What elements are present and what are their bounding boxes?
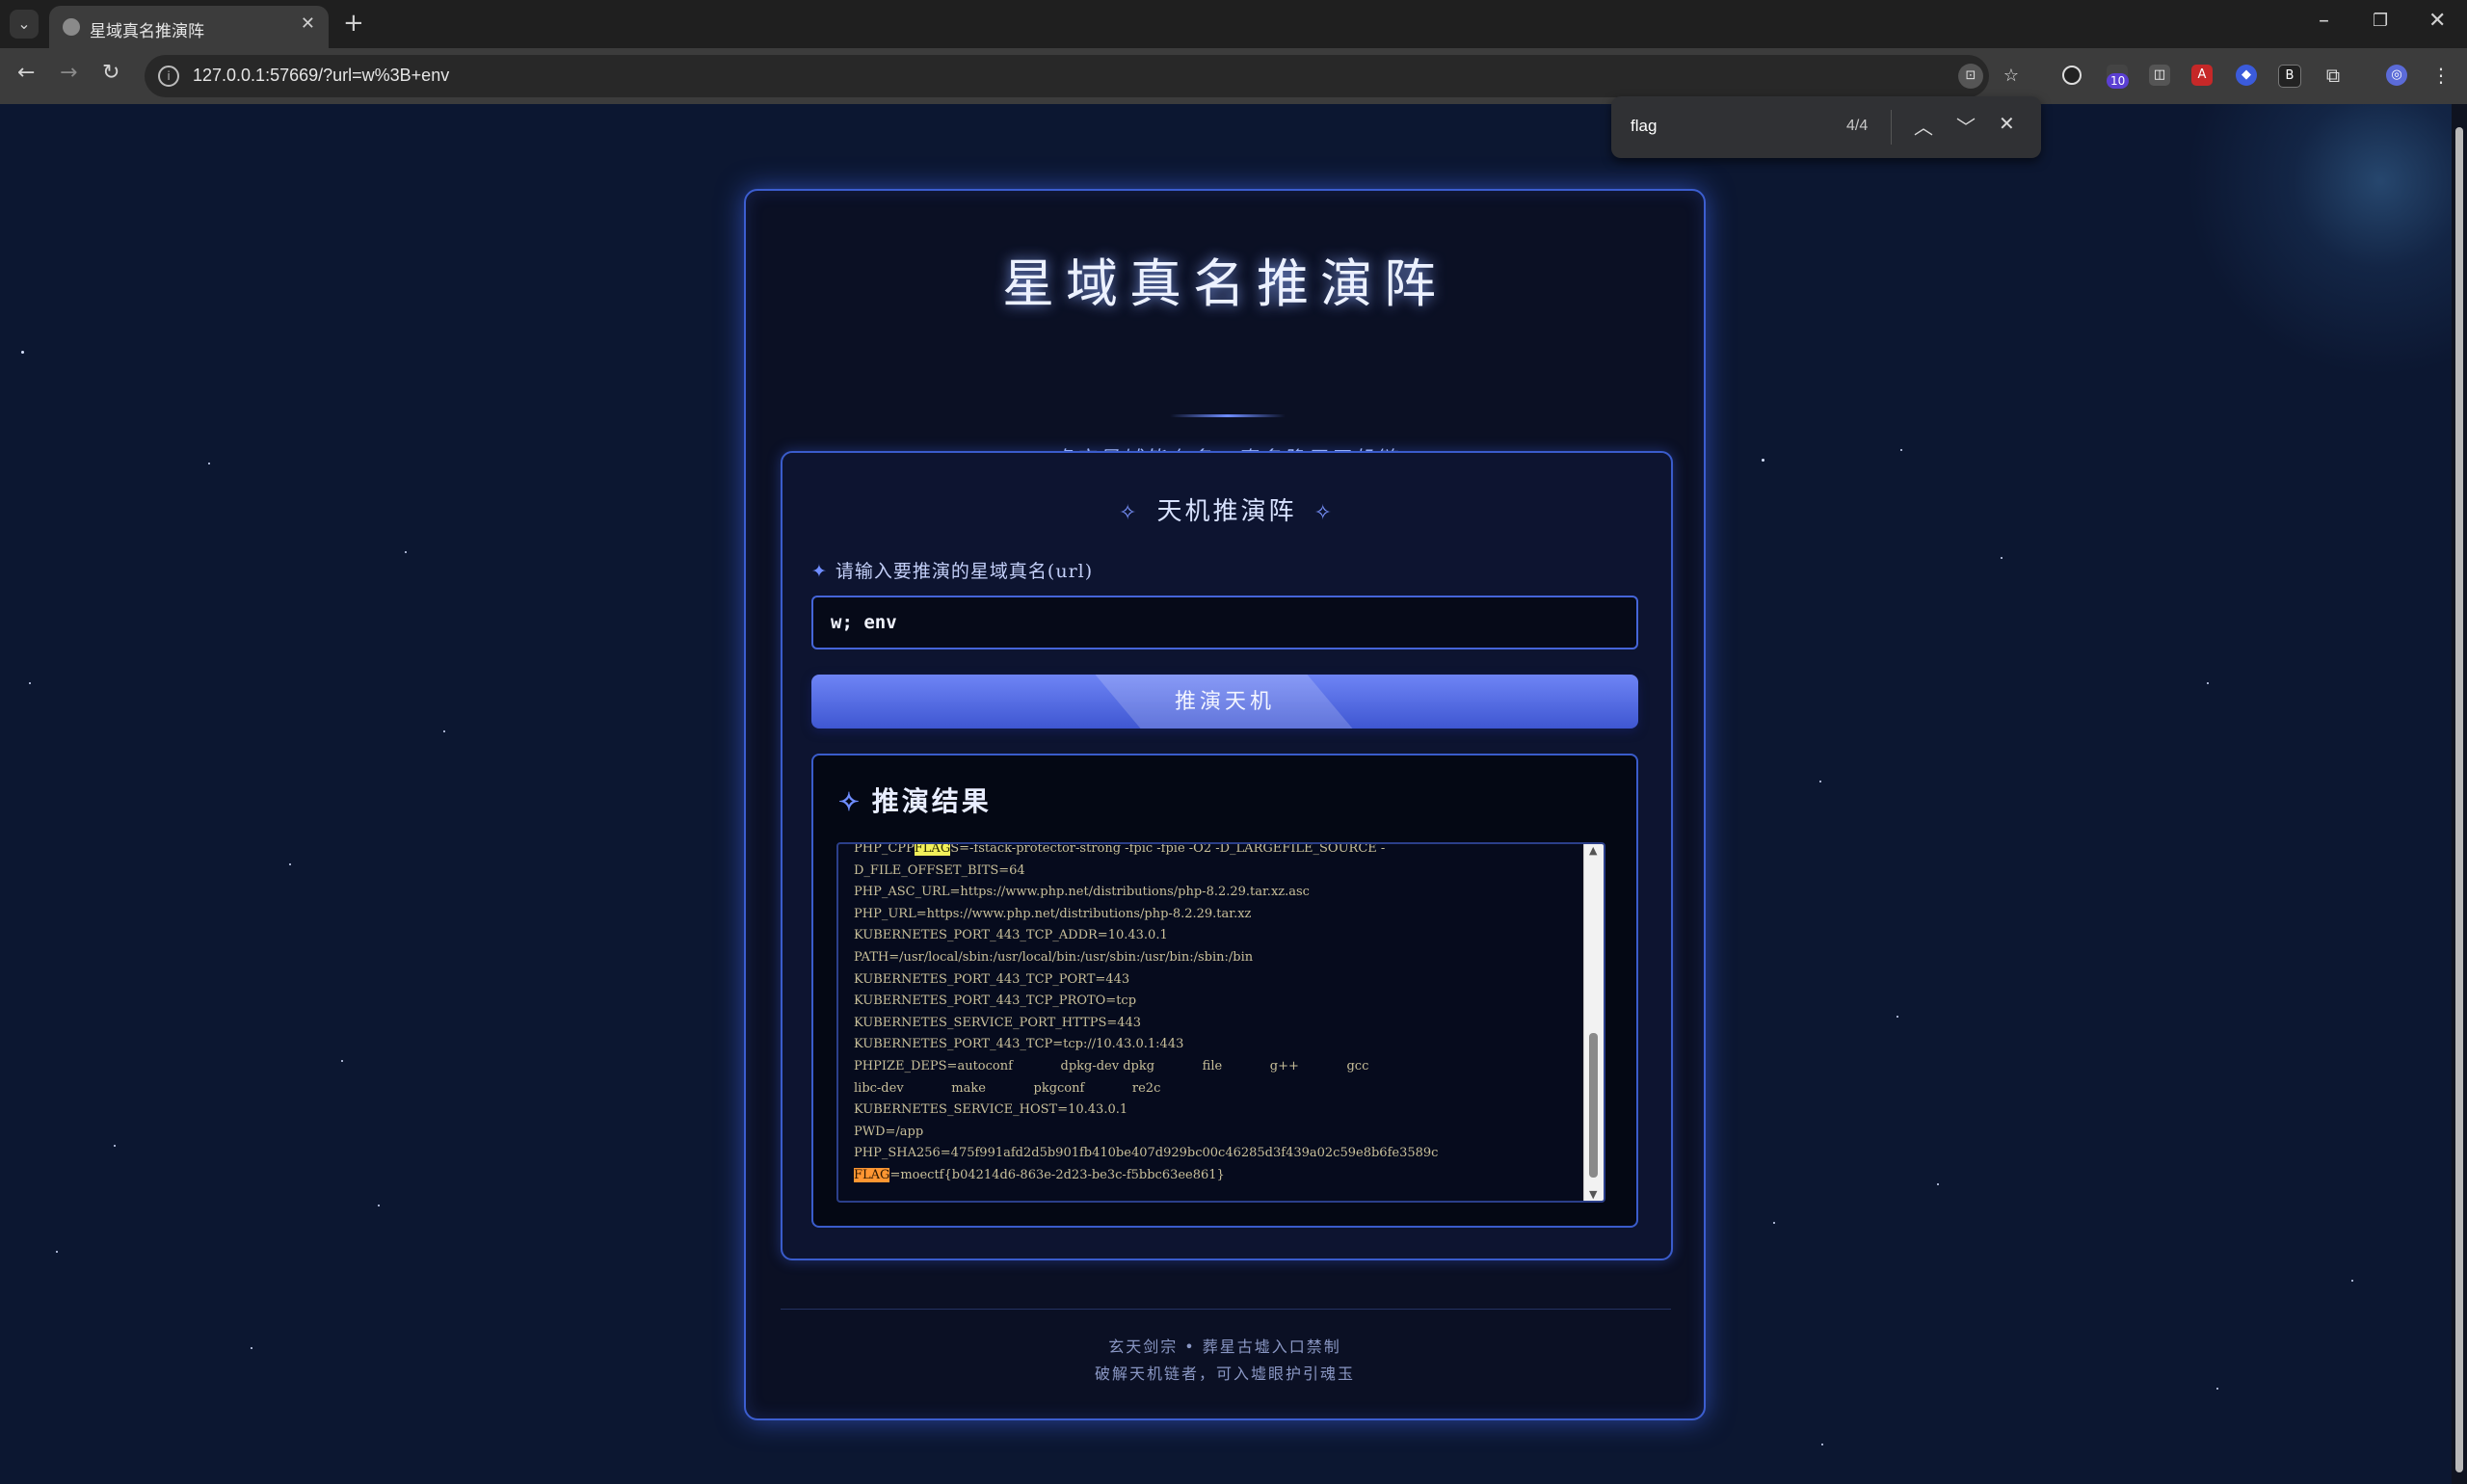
output-line: PHP_SHA256=475f991afd2d5b901fb410be407d9… xyxy=(854,1146,1439,1161)
find-previous-icon[interactable]: ︿ xyxy=(1914,112,1933,140)
window-close-button[interactable]: ✕ xyxy=(2428,9,2446,33)
result-title: 推演结果 xyxy=(871,785,992,817)
bookmark-star-icon[interactable]: ☆ xyxy=(1999,64,2024,89)
reload-button[interactable]: ↻ xyxy=(102,61,119,85)
scrollbar-thumb[interactable] xyxy=(1589,1033,1598,1178)
extension-glasses-icon[interactable]: ◫ xyxy=(2149,65,2170,86)
find-input[interactable]: flag xyxy=(1631,117,1657,136)
page-translate-icon[interactable]: ⊡ xyxy=(1958,64,1983,89)
output-line: KUBERNETES_PORT_443_TCP_PORT=443 xyxy=(854,971,1130,987)
tab-title: 星域真名推演阵 xyxy=(90,22,204,41)
panel-heading: ✧ 天机推演阵 ✧ xyxy=(783,491,1671,527)
page-scrollbar-thumb[interactable] xyxy=(2455,127,2463,1472)
output-line: KUBERNETES_SERVICE_PORT_HTTPS=443 xyxy=(854,1015,1142,1030)
scroll-down-arrow-icon[interactable]: ▼ xyxy=(1589,1188,1597,1201)
panel-title: 天机推演阵 xyxy=(1156,497,1297,526)
browser-tab-strip: ⌄ 星域真名推演阵 ✕ + – ❐ ✕ xyxy=(0,0,2467,48)
page-viewport: 星域真名推演阵 虚空星域皆有名，真名隐于天机链 ✧天机推演阵✧ ✦请输入要推演的… xyxy=(0,104,2452,1484)
url-text[interactable]: 127.0.0.1:57669/?url=w%3B+env xyxy=(193,66,449,86)
output-line: KUBERNETES_SERVICE_HOST=10.43.0.1 xyxy=(854,1102,1128,1118)
site-info-icon[interactable]: i xyxy=(158,66,179,87)
input-label-text: 请输入要推演的星域真名(url) xyxy=(835,561,1094,582)
footer-line-2: 破解天机链者，可入墟眼护引魂玉 xyxy=(1094,1365,1355,1383)
tab-search-button[interactable]: ⌄ xyxy=(10,10,39,39)
page-scrollbar[interactable] xyxy=(2452,104,2467,1484)
extensions-icon[interactable]: ⧉ xyxy=(2322,65,2344,86)
flag-output-line: FLAG=moectf{b04214d6-863e-2d23-be3c-f5bb… xyxy=(854,1167,1225,1182)
globe-icon xyxy=(63,18,80,36)
page-title: 星域真名推演阵 xyxy=(1002,253,1447,314)
output-line: PHPIZE_DEPS=autoconf dpkg-dev dpkg file … xyxy=(854,1058,1369,1073)
pdf-extension-icon[interactable]: A xyxy=(2191,65,2213,86)
output-scrollbar[interactable]: ▲ ▼ xyxy=(1583,844,1604,1201)
result-box: ✧ 推演结果 PHP_CPPFLAGS=-fstack-protector-str… xyxy=(811,754,1638,1228)
new-tab-button[interactable]: + xyxy=(343,10,364,37)
output-line: PATH=/usr/local/sbin:/usr/local/bin:/usr… xyxy=(854,949,1254,965)
output-line: PHP_URL=https://www.php.net/distribution… xyxy=(854,906,1252,921)
command-output[interactable]: PHP_CPPFLAGS=-fstack-protector-strong -f… xyxy=(836,842,1605,1203)
find-match-highlight: FLAG xyxy=(914,842,951,856)
menu-icon[interactable]: ⋮ xyxy=(2430,65,2452,86)
diamond-icon: ✧ xyxy=(838,788,862,817)
output-line: PWD=/app xyxy=(854,1124,924,1139)
profile-avatar[interactable]: ◎ xyxy=(2386,65,2407,86)
back-button[interactable]: ← xyxy=(17,61,35,85)
find-close-icon[interactable]: ✕ xyxy=(1999,112,2015,135)
output-line: KUBERNETES_PORT_443_TCP=tcp://10.43.0.1:… xyxy=(854,1037,1184,1052)
current-find-match: FLAG xyxy=(854,1167,890,1182)
title-underline xyxy=(1170,414,1286,417)
result-heading: ✧ 推演结果 xyxy=(838,781,992,819)
sparkle-icon: ✧ xyxy=(1313,501,1335,525)
forward-button[interactable]: → xyxy=(60,61,77,85)
sparkle-icon: ✧ xyxy=(1119,501,1140,525)
address-bar[interactable]: i 127.0.0.1:57669/?url=w%3B+env ⊡ ☆ xyxy=(145,55,2019,97)
find-bar: flag 4/4 ︿ ﹀ ✕ xyxy=(1611,96,2041,158)
close-tab-icon[interactable]: ✕ xyxy=(301,13,315,34)
url-input-label: ✦ 请输入要推演的星域真名(url) xyxy=(811,557,1093,583)
footer-divider xyxy=(781,1309,1671,1310)
find-next-icon[interactable]: ﹀ xyxy=(1956,112,1976,140)
output-line: PHP_CPPFLAGS=-fstack-protector-strong -f… xyxy=(854,842,1386,856)
restore-button[interactable]: ❐ xyxy=(2373,11,2388,31)
divination-panel: ✧ 天机推演阵 ✧ ✦ 请输入要推演的星域真名(url) 推演天机 ✧ 推演结果 PHP… xyxy=(781,451,1673,1260)
star-bullet-icon: ✦ xyxy=(811,561,828,582)
output-lines: PHP_CPPFLAGS=-fstack-protector-strong -f… xyxy=(854,842,1567,1187)
scroll-up-arrow-icon[interactable]: ▲ xyxy=(1589,844,1597,857)
output-line: KUBERNETES_PORT_443_TCP_ADDR=10.43.0.1 xyxy=(854,928,1168,943)
extension-dark-icon[interactable]: B xyxy=(2278,65,2301,88)
find-match-count: 4/4 xyxy=(1846,118,1869,134)
extension-badge: 10 xyxy=(2107,73,2130,89)
divine-button[interactable]: 推演天机 xyxy=(811,675,1638,729)
find-separator xyxy=(1891,110,1892,145)
output-line: libc-dev make pkgconf re2c xyxy=(854,1080,1161,1096)
browser-toolbar: ← → ↻ i 127.0.0.1:57669/?url=w%3B+env ⊡ … xyxy=(0,48,2467,104)
divine-button-label: 推演天机 xyxy=(1174,690,1275,714)
url-input[interactable] xyxy=(811,596,1638,649)
main-card: 星域真名推演阵 虚空星域皆有名，真名隐于天机链 ✧天机推演阵✧ ✦请输入要推演的… xyxy=(744,189,1706,1420)
extension-blue-icon[interactable]: ◆ xyxy=(2236,65,2257,86)
output-line: D_FILE_OFFSET_BITS=64 xyxy=(854,862,1025,878)
minimize-button[interactable]: – xyxy=(2319,9,2329,33)
output-line: PHP_ASC_URL=https://www.php.net/distribu… xyxy=(854,885,1310,900)
browser-tab[interactable]: 星域真名推演阵 ✕ xyxy=(49,6,329,48)
footer-line-1: 玄天剑宗 • 葬星古墟入口禁制 xyxy=(1108,1338,1341,1356)
extension-circle-icon[interactable] xyxy=(2062,66,2082,85)
output-line: KUBERNETES_PORT_443_TCP_PROTO=tcp xyxy=(854,994,1137,1009)
